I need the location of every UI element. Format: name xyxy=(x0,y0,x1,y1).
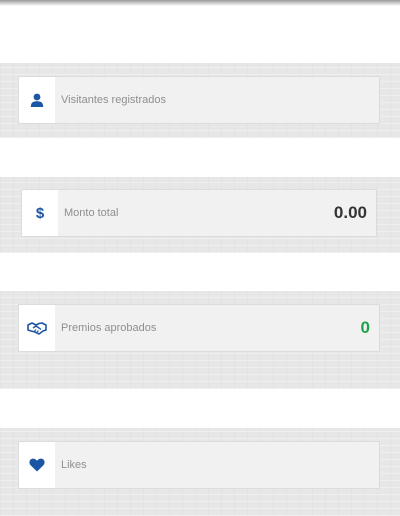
stats-page: Visitantes registrados $ Monto total 0.0… xyxy=(0,0,400,516)
user-icon-cell xyxy=(19,77,55,123)
stat-label-likes: Likes xyxy=(61,459,87,471)
stat-card-amount: $ Monto total 0.00 xyxy=(21,189,377,237)
stat-card-prizes: Premios aprobados 0 xyxy=(18,304,380,352)
dollar-icon: $ xyxy=(35,204,45,222)
heart-icon xyxy=(29,458,45,472)
stat-value-prizes: 0 xyxy=(360,318,370,337)
stat-label-prizes: Premios aprobados xyxy=(61,322,157,334)
heart-icon-cell xyxy=(19,442,55,488)
stat-card-likes: Likes xyxy=(18,441,380,489)
user-icon xyxy=(30,93,44,107)
dollar-icon-cell: $ xyxy=(22,190,58,236)
stat-card-visitors: Visitantes registrados xyxy=(18,76,380,124)
stat-label-amount: Monto total xyxy=(64,207,119,219)
handshake-icon xyxy=(27,321,47,335)
top-shadow xyxy=(0,0,400,6)
handshake-icon-cell xyxy=(19,305,55,351)
stat-label-visitors: Visitantes registrados xyxy=(61,94,166,106)
stat-value-amount: 0.00 xyxy=(333,203,367,222)
